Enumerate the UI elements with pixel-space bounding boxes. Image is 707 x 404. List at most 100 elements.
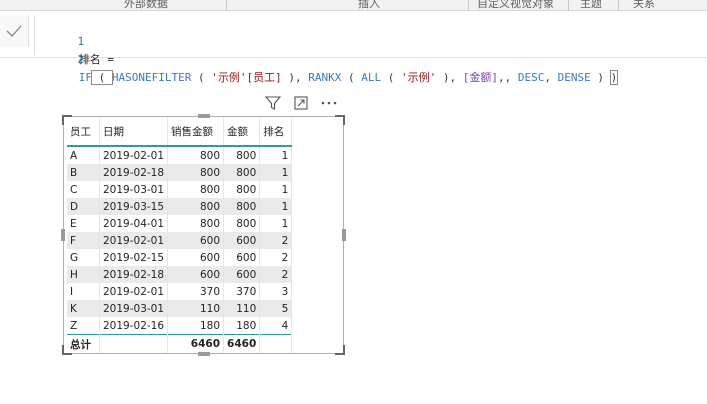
table-cell: 1 bbox=[259, 146, 293, 164]
token-table-ref: '示例' bbox=[400, 71, 437, 84]
table-cell bbox=[99, 334, 169, 353]
total-row[interactable]: 总计 6460 6460 bbox=[67, 334, 293, 353]
column-header-sales-amount[interactable]: 销售金额 bbox=[167, 117, 225, 147]
table-row[interactable]: F 2019-02-01 600 600 2 bbox=[67, 232, 293, 249]
resize-handle-right[interactable] bbox=[342, 229, 346, 241]
ribbon-separator bbox=[568, 0, 569, 10]
table-cell: 800 bbox=[167, 181, 225, 198]
table-cell: 6460 bbox=[223, 334, 261, 353]
table-cell: 800 bbox=[167, 215, 225, 232]
table-cell: 2019-02-18 bbox=[99, 164, 169, 181]
table-row[interactable]: H 2019-02-18 600 600 2 bbox=[67, 266, 293, 283]
resize-handle-bottom-right[interactable] bbox=[335, 345, 345, 355]
table-cell: 800 bbox=[223, 146, 261, 164]
table-cell: 2019-03-01 bbox=[99, 300, 169, 317]
token-paren: ), bbox=[281, 71, 309, 84]
table-cell bbox=[259, 334, 293, 353]
table-cell: 600 bbox=[167, 249, 225, 266]
table-cell: H bbox=[67, 266, 100, 283]
table-row[interactable]: E 2019-04-01 800 800 1 bbox=[67, 215, 293, 232]
table-cell: 1 bbox=[259, 215, 293, 232]
table-cell: A bbox=[67, 146, 100, 164]
table-cell: F bbox=[67, 232, 100, 249]
filter-icon[interactable] bbox=[264, 94, 282, 112]
data-table: 员工 日期 销售金额 金额 排名 A 2019-02-01 800 800 1 B 2019… bbox=[67, 117, 293, 353]
ribbon-item-insert[interactable]: 插入 bbox=[358, 0, 380, 11]
table-cell: 600 bbox=[223, 249, 261, 266]
table-row[interactable]: I 2019-02-01 370 370 3 bbox=[67, 283, 293, 300]
table-cell: 110 bbox=[167, 300, 225, 317]
table-cell: 800 bbox=[223, 181, 261, 198]
table-cell: 4 bbox=[259, 317, 293, 335]
token-paren: ( bbox=[341, 71, 362, 84]
token-dense: DENSE bbox=[557, 71, 591, 84]
ribbon-separator bbox=[468, 0, 469, 10]
token-paren: ( bbox=[381, 71, 401, 84]
more-options-icon[interactable] bbox=[320, 94, 338, 112]
visual-header bbox=[264, 94, 338, 112]
table-cell: 2019-02-18 bbox=[99, 266, 169, 283]
table-cell: 370 bbox=[167, 283, 225, 300]
commit-button[interactable] bbox=[0, 15, 29, 47]
ribbon-item-themes[interactable]: 主题 bbox=[580, 0, 602, 11]
token-paren-close: ) bbox=[609, 70, 619, 85]
token-column-ref: '示例'[员工] bbox=[211, 71, 282, 84]
table-cell: 2019-03-01 bbox=[99, 181, 169, 198]
token-if: IF bbox=[78, 71, 92, 84]
line-number: 2 bbox=[77, 53, 85, 66]
ribbon-separator bbox=[618, 0, 619, 10]
ribbon-separator bbox=[226, 0, 227, 10]
column-header-date[interactable]: 日期 bbox=[99, 117, 169, 147]
table-cell: I bbox=[67, 283, 100, 300]
table-row[interactable]: A 2019-02-01 800 800 1 bbox=[67, 146, 293, 164]
table-cell: 180 bbox=[167, 317, 225, 335]
table-cell: K bbox=[67, 300, 100, 317]
header-row: 员工 日期 销售金额 金额 排名 bbox=[67, 117, 293, 147]
table-cell: 600 bbox=[223, 232, 261, 249]
table-row[interactable]: Z 2019-02-16 180 180 4 bbox=[67, 317, 293, 335]
focus-mode-icon[interactable] bbox=[292, 94, 310, 112]
table-cell: 2019-02-01 bbox=[99, 146, 169, 164]
table-cell: 2019-02-15 bbox=[99, 249, 169, 266]
token-paren: ), bbox=[436, 71, 463, 84]
table-cell: 1 bbox=[259, 198, 293, 215]
token-paren: ( bbox=[91, 70, 113, 85]
table-cell: 600 bbox=[167, 266, 225, 283]
table-visual[interactable]: 员工 日期 销售金额 金额 排名 A 2019-02-01 800 800 1 B 2019… bbox=[61, 114, 346, 356]
table-row[interactable]: C 2019-03-01 800 800 1 bbox=[67, 181, 293, 198]
token-rankx: RANKX bbox=[308, 71, 342, 84]
code-line-1: 1 排名 = bbox=[35, 15, 707, 66]
table-cell: 800 bbox=[223, 215, 261, 232]
table-cell: 2 bbox=[259, 266, 293, 283]
table-row[interactable]: B 2019-02-18 800 800 1 bbox=[67, 164, 293, 181]
column-header-amount[interactable]: 金额 bbox=[223, 117, 261, 147]
ribbon-item-custom-visuals[interactable]: 自定义视觉对象 bbox=[477, 0, 554, 11]
table-cell: 180 bbox=[223, 317, 261, 335]
column-header-employee[interactable]: 员工 bbox=[67, 117, 100, 147]
resize-handle-top-right[interactable] bbox=[335, 115, 345, 125]
table-cell: C bbox=[67, 181, 100, 198]
table-cell: 总计 bbox=[67, 334, 100, 353]
table-cell: D bbox=[67, 198, 100, 215]
token-paren: , bbox=[544, 71, 558, 84]
ribbon-item-relationships[interactable]: 关系 bbox=[633, 0, 655, 11]
ribbon-item-external-data[interactable]: 外部数据 bbox=[124, 0, 168, 11]
dax-expression: IF ( HASONEFILTER ( '示例'[员工] ), RANKX ( … bbox=[78, 70, 619, 85]
formula-editor[interactable]: 1 排名 = 2 IF ( HASONEFILTER ( '示例'[员工] ),… bbox=[34, 15, 707, 85]
table-cell: 3 bbox=[259, 283, 293, 300]
token-hasonefilter: HASONEFILTER bbox=[111, 71, 192, 84]
checkmark-icon bbox=[6, 25, 22, 37]
table-cell: 2019-02-01 bbox=[99, 283, 169, 300]
table-cell: 800 bbox=[167, 198, 225, 215]
table-cell: 6460 bbox=[167, 334, 225, 353]
token-paren: ( bbox=[191, 71, 212, 84]
token-paren: ) bbox=[590, 71, 611, 84]
token-desc: DESC bbox=[517, 71, 545, 84]
table-row[interactable]: K 2019-03-01 110 110 5 bbox=[67, 300, 293, 317]
table-row[interactable]: G 2019-02-15 600 600 2 bbox=[67, 249, 293, 266]
table-cell: 370 bbox=[223, 283, 261, 300]
resize-handle-left[interactable] bbox=[61, 229, 65, 241]
table-cell: 110 bbox=[223, 300, 261, 317]
table-row[interactable]: D 2019-03-15 800 800 1 bbox=[67, 198, 293, 215]
column-header-rank[interactable]: 排名 bbox=[259, 117, 293, 147]
